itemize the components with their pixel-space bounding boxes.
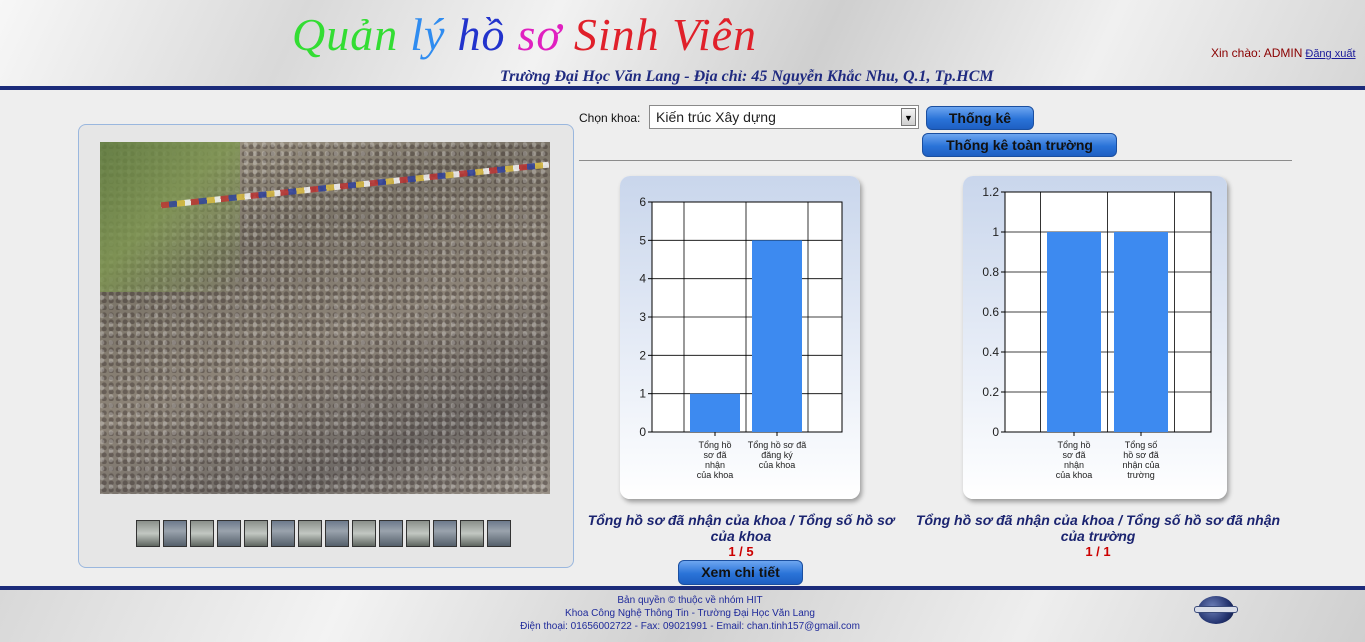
- title-word: hồ: [457, 9, 506, 60]
- khoa-select[interactable]: Kiến trúc Xây dựng ▼: [649, 105, 919, 129]
- khoa-selected-value: Kiến trúc Xây dựng: [656, 109, 776, 125]
- chart-truong-card: 0 0.2 0.4 0.6 0.8 1 1.2 Tổng hồ sơ đã nhận của kho…: [963, 176, 1227, 499]
- user-greeting: Xin chào: ADMIN Đăng xuất: [1211, 46, 1356, 60]
- y-tick-label: 0: [639, 425, 646, 439]
- slideshow-thumbnail[interactable]: [298, 520, 322, 547]
- y-tick-label: 0.6: [982, 305, 999, 319]
- y-tick-label: 0: [992, 425, 999, 439]
- logout-link[interactable]: Đăng xuất: [1305, 48, 1355, 60]
- slideshow-thumbnail[interactable]: [190, 520, 214, 547]
- slideshow-thumbnail[interactable]: [433, 520, 457, 547]
- photo-foliage: [100, 142, 240, 292]
- bar: [690, 393, 740, 432]
- x-tick-label: sơ đã: [704, 450, 727, 460]
- x-tick-label: của khoa: [759, 460, 796, 470]
- chart-truong: 0 0.2 0.4 0.6 0.8 1 1.2 Tổng hồsơ đãnhậncủa kho…: [963, 176, 1227, 499]
- x-tick-label: sơ đã: [1063, 450, 1086, 460]
- title-word: lý: [410, 9, 446, 60]
- y-tick-label: 5: [639, 233, 646, 247]
- slideshow-thumbnail[interactable]: [460, 520, 484, 547]
- slideshow-thumbnail[interactable]: [136, 520, 160, 547]
- chart-khoa-ratio: 1 / 5: [728, 544, 754, 559]
- y-tick-label: 0.4: [982, 345, 999, 359]
- x-tick-label: của khoa: [697, 470, 734, 480]
- footer-copyright: Bản quyền © thuộc về nhóm HIT: [617, 595, 763, 606]
- footer-text: Bản quyền © thuộc về nhóm HIT Khoa Công …: [370, 594, 1010, 633]
- bar: [1114, 232, 1168, 432]
- thumbnail-strip: [136, 520, 511, 547]
- x-tick-label: nhận: [705, 460, 725, 470]
- y-tick-label: 4: [639, 272, 646, 286]
- title-word: sơ: [517, 9, 562, 60]
- x-tick-label: hồ sơ đã: [1123, 450, 1158, 460]
- title-word: Quản: [292, 9, 399, 60]
- y-tick-label: 6: [639, 195, 646, 209]
- footer-department: Khoa Công Nghệ Thông Tin - Trường Đại Họ…: [565, 608, 815, 619]
- chart-khoa-caption: Tổng hồ sơ đã nhận của khoa / Tổng số hồ…: [587, 512, 895, 544]
- x-tick-label: đăng ký: [761, 450, 793, 460]
- y-tick-label: 1.2: [982, 185, 999, 199]
- x-tick-label: Tổng số: [1125, 440, 1158, 450]
- site-title: Quản lý hồ sơ Sinh Viên: [292, 8, 769, 61]
- x-tick-label: của khoa: [1056, 470, 1093, 480]
- x-tick-label: Tổng hồ: [698, 440, 731, 450]
- y-tick-label: 0.8: [982, 265, 999, 279]
- dropdown-arrow-icon[interactable]: ▼: [901, 108, 916, 126]
- chart-truong-ratio: 1 / 1: [1085, 544, 1111, 559]
- footer-contact: Điện thoại: 01656002722 - Fax: 09021991 …: [520, 621, 860, 632]
- y-tick-label: 1: [992, 225, 999, 239]
- thong-ke-button[interactable]: Thống kê: [926, 106, 1034, 130]
- slideshow-thumbnail[interactable]: [163, 520, 187, 547]
- slideshow-thumbnail[interactable]: [406, 520, 430, 547]
- x-tick-label: trường: [1127, 470, 1154, 480]
- slideshow-thumbnail[interactable]: [271, 520, 295, 547]
- slideshow-thumbnail[interactable]: [379, 520, 403, 547]
- bar: [752, 240, 802, 432]
- slideshow-thumbnail[interactable]: [487, 520, 511, 547]
- slideshow-thumbnail[interactable]: [217, 520, 241, 547]
- chart-khoa: 0123456Tổng hồsơ đãnhậncủa khoaTổng hồ s…: [620, 176, 860, 499]
- y-tick-label: 0.2: [982, 385, 999, 399]
- site-subtitle: Trường Đại Học Văn Lang - Địa chỉ: 45 Ng…: [500, 68, 994, 85]
- x-tick-label: nhận: [1064, 460, 1084, 470]
- header-divider: [0, 86, 1365, 90]
- slideshow-thumbnail[interactable]: [352, 520, 376, 547]
- x-tick-label: Tổng hồ sơ đã: [748, 440, 806, 450]
- y-tick-label: 2: [639, 348, 646, 362]
- xem-chi-tiet-button[interactable]: Xem chi tiết: [678, 560, 803, 585]
- y-tick-label: 1: [639, 387, 646, 401]
- chart-truong-caption: Tổng hồ sơ đã nhận của khoa / Tổng số hồ…: [915, 512, 1281, 544]
- khoa-label: Chọn khoa:: [579, 111, 641, 125]
- globe-logo-band: [1194, 606, 1238, 613]
- thong-ke-toan-truong-button[interactable]: Thống kê toàn trường: [922, 133, 1117, 157]
- slideshow-photo: [100, 142, 550, 494]
- slideshow-thumbnail[interactable]: [325, 520, 349, 547]
- controls-divider: [579, 160, 1292, 161]
- title-word: Sinh Viên: [573, 9, 758, 60]
- x-tick-label: nhận của: [1122, 460, 1159, 470]
- x-tick-label: Tổng hồ: [1057, 440, 1090, 450]
- y-tick-label: 3: [639, 310, 646, 324]
- bar: [1047, 232, 1101, 432]
- chart-khoa-card: 0 1 2 3 4 5 6 Tổng hồ sơ đã nhận của khoa Tổng hồ s…: [620, 176, 860, 499]
- slideshow-thumbnail[interactable]: [244, 520, 268, 547]
- greeting-text: Xin chào: ADMIN: [1211, 46, 1303, 60]
